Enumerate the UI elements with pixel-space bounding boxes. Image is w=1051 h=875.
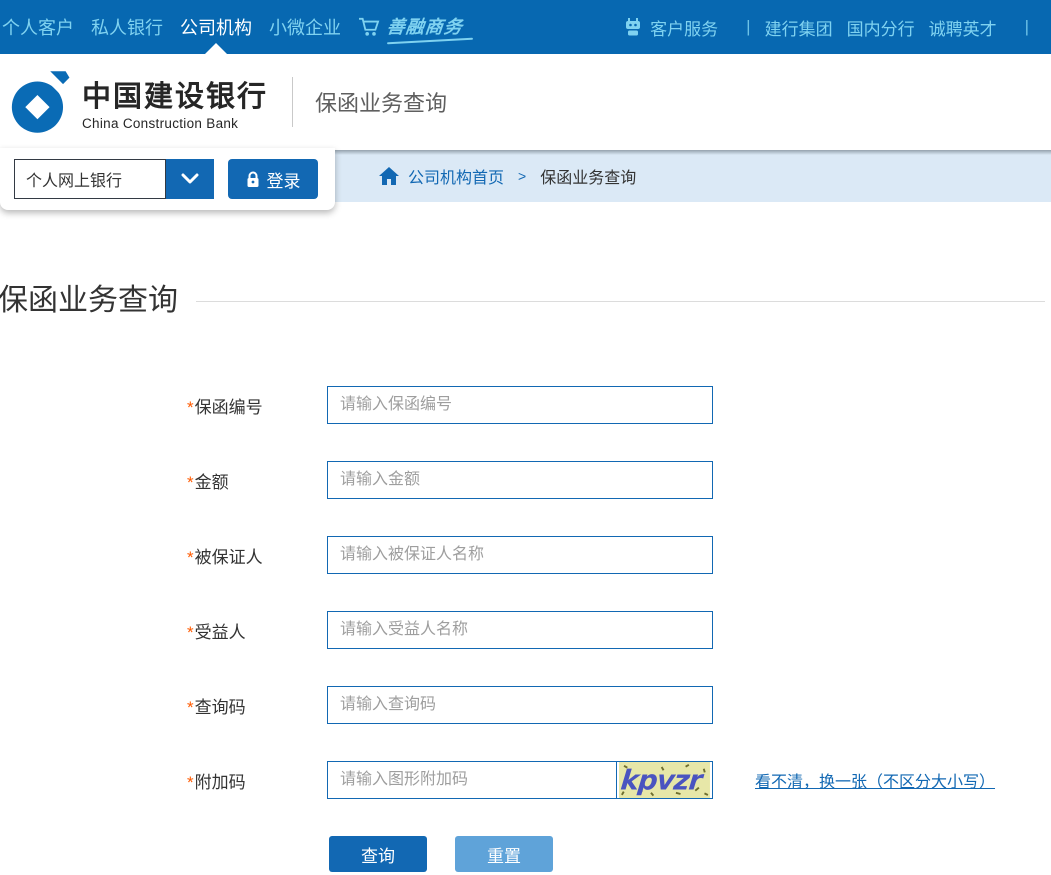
form-buttons: 查询 重置 [0,836,1051,872]
main-content: 保函业务查询 *保函编号 *金额 *被保证人 *受益人 [0,202,1051,872]
home-icon[interactable] [378,166,400,186]
captcha-input[interactable] [327,761,617,799]
field-label: *查询码 [187,693,327,718]
form-row-query-code: *查询码 [0,686,1051,724]
required-asterisk: * [187,473,194,492]
nav-item-small-business[interactable]: 小微企业 [269,0,341,54]
page-title: 保函业务查询 [0,280,178,322]
required-asterisk: * [187,548,194,567]
robot-icon [623,17,643,37]
bank-name: 中国建设银行 China Construction Bank [82,73,268,131]
nav-link-domestic-branches[interactable]: 国内分行 [847,15,915,40]
ccb-logo-icon [8,70,72,134]
bank-name-zh: 中国建设银行 [82,73,268,115]
header-subtitle: 保函业务查询 [315,86,447,118]
required-asterisk: * [187,773,194,792]
lock-icon [246,171,260,188]
channel-select-value: 个人网上银行 [14,159,166,199]
nav-item-private-banking[interactable]: 私人银行 [91,0,163,54]
field-label: *被保证人 [187,543,327,568]
login-button-label: 登录 [267,167,301,192]
field-label: *保函编号 [187,393,327,418]
field-label: *金额 [187,468,327,493]
field-label-text: 金额 [195,473,229,492]
nav-separator: | [1025,17,1029,37]
form-row-guaranteed-party: *被保证人 [0,536,1051,574]
required-asterisk: * [187,698,194,717]
nav-item-personal[interactable]: 个人客户 [2,0,74,54]
beneficiary-input[interactable] [327,611,713,649]
captcha-image[interactable]: kpvzr [617,761,713,799]
form-row-captcha: *附加码 kpvzr 看不清，换一张（不区 [0,761,1051,799]
nav-item-label: 善融商务 [386,13,475,39]
breadcrumb-separator: > [518,168,526,184]
field-label-text: 查询码 [195,698,246,717]
required-asterisk: * [187,623,194,642]
header-divider [292,77,293,127]
guaranteed-party-input[interactable] [327,536,713,574]
form-row-beneficiary: *受益人 [0,611,1051,649]
field-label-text: 保函编号 [195,398,263,417]
captcha-text: kpvzr [619,765,705,797]
guarantee-number-input[interactable] [327,386,713,424]
nav-item-shanrong-mall[interactable]: 善融商务 [358,0,473,54]
login-panel: 个人网上银行 登录 [0,148,335,210]
nav-item-corporate[interactable]: 公司机构 [180,0,252,54]
field-label: *附加码 [187,768,327,793]
breadcrumb-current: 保函业务查询 [540,164,636,188]
login-button[interactable]: 登录 [228,159,318,199]
query-code-input[interactable] [327,686,713,724]
cart-icon [358,17,380,37]
breadcrumb-home-link[interactable]: 公司机构首页 [408,164,504,188]
form-row-amount: *金额 [0,461,1051,499]
field-label-text: 附加码 [195,773,246,792]
channel-select[interactable]: 个人网上银行 [14,159,214,199]
field-label-text: 受益人 [195,623,246,642]
guarantee-query-form: *保函编号 *金额 *被保证人 *受益人 *查询码 [0,386,1051,872]
captcha-refresh-link[interactable]: 看不清，换一张（不区分大小写） [755,768,995,792]
field-label: *受益人 [187,618,327,643]
required-asterisk: * [187,398,194,417]
nav-link-customer-service[interactable]: 客户服务 [650,15,718,40]
nav-separator: | [746,17,750,37]
query-button[interactable]: 查询 [329,836,427,872]
nav-link-careers[interactable]: 诚聘英才 [929,15,997,40]
nav-link-ccb-group[interactable]: 建行集团 [765,15,833,40]
bank-name-en: China Construction Bank [82,116,268,131]
form-row-guarantee-number: *保函编号 [0,386,1051,424]
chevron-down-icon[interactable] [166,159,214,199]
amount-input[interactable] [327,461,713,499]
title-divider-line [196,301,1045,302]
reset-button[interactable]: 重置 [455,836,553,872]
top-navigation: 个人客户 私人银行 公司机构 小微企业 善融商务 客户服 [0,0,1051,54]
page-header: 中国建设银行 China Construction Bank 保函业务查询 [0,54,1051,150]
nav-right-links: 客户服务 | 建行集团 国内分行 诚聘英才 | [623,15,1043,40]
field-label-text: 被保证人 [195,548,263,567]
